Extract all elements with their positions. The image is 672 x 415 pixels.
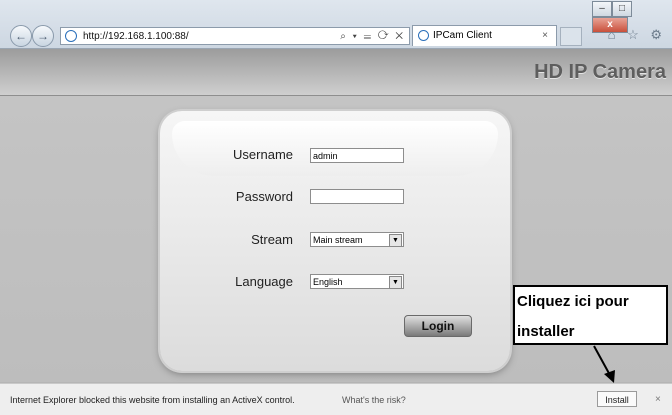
window-controls: – □ x [592, 1, 666, 33]
infobar-close-icon[interactable]: × [655, 394, 661, 405]
install-hint-callout: Cliquez ici pour installer [513, 285, 668, 345]
username-label: Username [233, 147, 293, 162]
username-input[interactable]: admin [310, 148, 404, 163]
home-favorites-settings-icons[interactable]: ⌂ ☆ ⚙ [608, 27, 666, 43]
password-input[interactable] [310, 189, 404, 204]
tab-ipcam-client[interactable]: IPCam Client × [412, 25, 557, 46]
login-button[interactable]: Login [404, 315, 472, 337]
activex-info-bar: Internet Explorer blocked this website f… [0, 383, 672, 415]
address-bar[interactable]: http://192.168.1.100:88/ ⌕ ▾ ☰ ⟳ ✕ [60, 27, 410, 45]
language-value: English [313, 277, 343, 287]
language-label: Language [235, 274, 293, 289]
callout-line-1: Cliquez ici pour [517, 293, 629, 310]
address-url[interactable]: http://192.168.1.100:88/ [83, 28, 189, 46]
tab-close-icon[interactable]: × [542, 26, 548, 46]
callout-line-2: installer [517, 323, 575, 340]
tab-title: IPCam Client [433, 30, 492, 41]
brand-title: HD IP Camera [534, 61, 666, 83]
stream-select[interactable]: Main stream ▼ [310, 232, 404, 247]
browser-chrome: ← → http://192.168.1.100:88/ ⌕ ▾ ☰ ⟳ ✕ I… [0, 0, 672, 49]
minimize-button[interactable]: – [592, 1, 612, 17]
new-tab-button[interactable] [560, 27, 582, 46]
login-panel: Username admin Password Stream Main stre… [160, 111, 510, 371]
install-button[interactable]: Install [597, 391, 637, 407]
chevron-down-icon[interactable]: ▼ [389, 276, 402, 289]
chevron-down-icon[interactable]: ▼ [389, 234, 402, 247]
infobar-message: Internet Explorer blocked this website f… [10, 395, 295, 405]
forward-icon[interactable]: → [32, 25, 54, 47]
maximize-button[interactable]: □ [612, 1, 632, 17]
stream-label: Stream [251, 232, 293, 247]
password-label: Password [235, 189, 293, 204]
back-icon[interactable]: ← [10, 25, 32, 47]
risk-link[interactable]: What's the risk? [342, 395, 406, 405]
language-select[interactable]: English ▼ [310, 274, 404, 289]
ie-logo-icon [65, 30, 77, 42]
stream-value: Main stream [313, 235, 363, 245]
address-tools-icons[interactable]: ⌕ ▾ ☰ ⟳ ✕ [340, 28, 405, 46]
header-bar: HD IP Camera [0, 49, 672, 96]
ie-logo-icon [418, 30, 429, 41]
